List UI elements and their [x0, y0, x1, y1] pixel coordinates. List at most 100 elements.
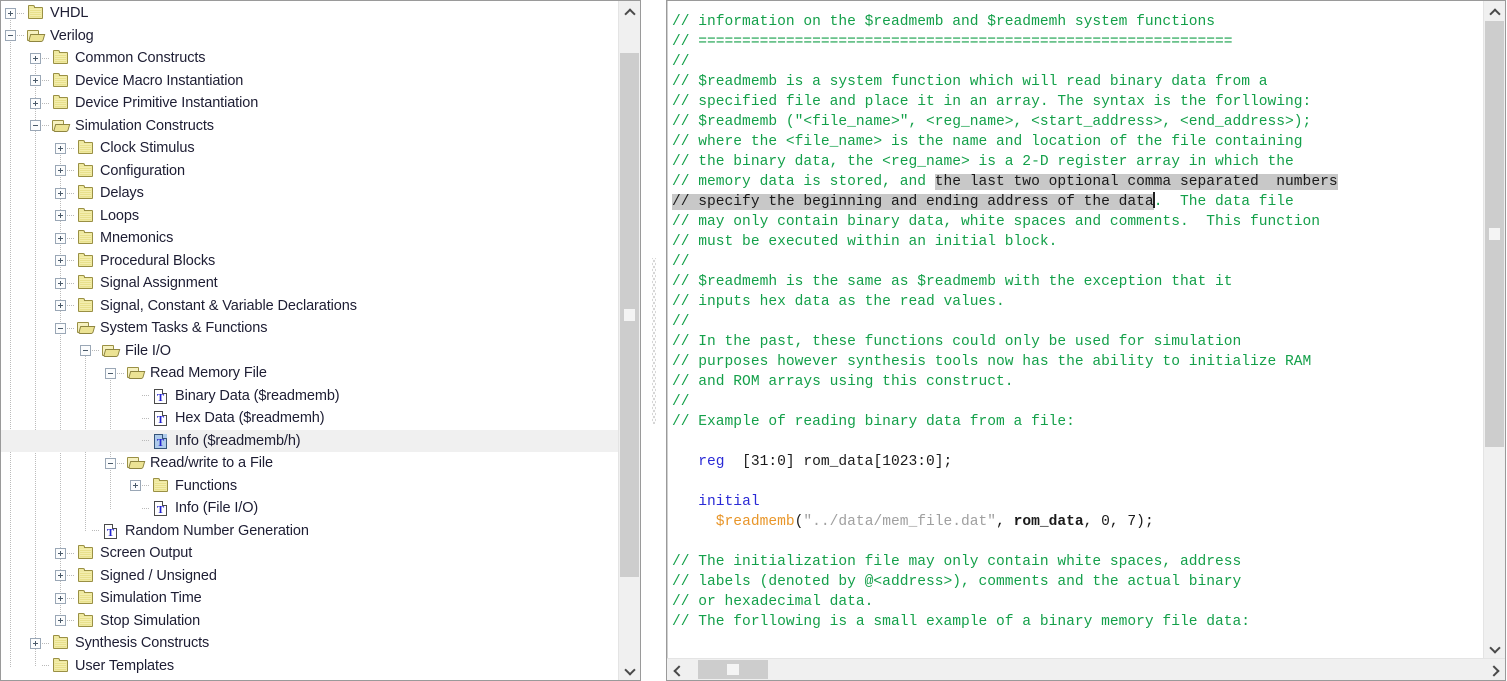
scroll-left-arrow-icon[interactable] — [667, 659, 688, 680]
horizontal-scroll-track[interactable] — [688, 659, 1484, 680]
tree-item-label: File I/O — [125, 342, 171, 359]
code-vertical-scrollbar[interactable] — [1483, 1, 1505, 658]
folder-closed-icon — [77, 207, 95, 224]
collapse-node-icon[interactable] — [5, 30, 16, 42]
code-segment: // memory data is stored, and — [672, 174, 935, 190]
expand-node-icon[interactable] — [55, 210, 66, 222]
tree-item-functions[interactable]: Functions — [1, 475, 618, 498]
tree-item-vhdl[interactable]: VHDL — [1, 2, 618, 25]
expand-node-icon[interactable] — [55, 547, 66, 559]
expand-node-icon[interactable] — [30, 52, 41, 64]
folder-closed-icon — [52, 72, 70, 89]
tree-item-signal-assignment[interactable]: Signal Assignment — [1, 272, 618, 295]
code-segment: // $readmemb is a system function which … — [672, 74, 1268, 90]
tree-scroll-area[interactable]: VHDL Verilog Common Constructs Device Macro… — [1, 1, 618, 680]
tree-item-binary-data-readmemb[interactable]: T Binary Data ($readmemb) — [1, 385, 618, 408]
expand-node-icon[interactable] — [55, 187, 66, 199]
expand-node-icon[interactable] — [55, 142, 66, 154]
tree-vertical-scrollbar[interactable] — [618, 1, 640, 680]
code-segment: // specified file and place it in an arr… — [672, 94, 1312, 110]
code-segment: , 0, 7); — [1083, 514, 1154, 530]
collapse-node-icon[interactable] — [105, 367, 116, 379]
expand-node-icon[interactable] — [30, 97, 41, 109]
tree-connector-line — [67, 597, 74, 599]
code-scroll-down-arrow-icon[interactable] — [1484, 638, 1505, 658]
tree-item-hex-data-readmemh[interactable]: T Hex Data ($readmemh) — [1, 407, 618, 430]
tree-item-simulation-time[interactable]: Simulation Time — [1, 587, 618, 610]
code-segment: "../data/mem_file.dat" — [803, 514, 997, 530]
tree-item-verilog[interactable]: Verilog — [1, 25, 618, 48]
tree-item-procedural-blocks[interactable]: Procedural Blocks — [1, 250, 618, 273]
tree-item-simulation-constructs[interactable]: Simulation Constructs — [1, 115, 618, 138]
tree-item-device-macro-instantiation[interactable]: Device Macro Instantiation — [1, 70, 618, 93]
tree-item-label: Device Primitive Instantiation — [75, 95, 259, 111]
horizontal-scrollbar-thumb[interactable] — [698, 660, 768, 679]
code-horizontal-scrollbar[interactable] — [667, 658, 1505, 680]
tree-item-common-constructs[interactable]: Common Constructs — [1, 47, 618, 70]
expand-node-icon[interactable] — [30, 75, 41, 87]
tree-item-stop-simulation[interactable]: Stop Simulation — [1, 610, 618, 633]
expand-node-icon[interactable] — [55, 255, 66, 267]
tree-item-label: Synthesis Constructs — [75, 635, 210, 651]
scroll-up-arrow-icon[interactable] — [619, 1, 640, 21]
tree-item-mnemonics[interactable]: Mnemonics — [1, 227, 618, 250]
tree-item-random-number-generation[interactable]: T Random Number Generation — [1, 520, 618, 543]
tree-item-delays[interactable]: Delays — [1, 182, 618, 205]
tree-item-signed-unsigned[interactable]: Signed / Unsigned — [1, 565, 618, 588]
code-line: // information on the $readmemb and $rea… — [672, 12, 1483, 32]
tree-item-clock-stimulus[interactable]: Clock Stimulus — [1, 137, 618, 160]
scroll-down-arrow-icon[interactable] — [619, 660, 640, 680]
tree-scrollbar-thumb[interactable] — [620, 52, 639, 577]
expand-node-icon[interactable] — [30, 637, 41, 649]
tree-item-info-readmemb-h[interactable]: T Info ($readmemb/h) — [1, 429, 618, 452]
code-preview-panel: // information on the $readmemb and $rea… — [666, 0, 1506, 681]
collapse-node-icon[interactable] — [55, 322, 66, 334]
folder-closed-icon — [77, 297, 95, 314]
code-segment: // — [672, 394, 690, 410]
tree-item-system-tasks-functions[interactable]: System Tasks & Functions — [1, 317, 618, 340]
scroll-right-arrow-icon[interactable] — [1484, 659, 1505, 680]
expand-node-icon[interactable] — [55, 300, 66, 312]
tree-item-info-file-i-o[interactable]: T Info (File I/O) — [1, 497, 618, 520]
tree-item-label: Mnemonics — [100, 230, 174, 246]
code-segment: // The forllowing is a small example of … — [672, 614, 1251, 630]
tree-item-signal-constant-variable-declarations[interactable]: Signal, Constant & Variable Declarations — [1, 295, 618, 318]
tree-item-label: VHDL — [50, 5, 89, 21]
collapse-node-icon[interactable] — [105, 457, 116, 469]
code-line: // Example of reading binary data from a… — [672, 412, 1483, 432]
tree-connector-line — [67, 147, 74, 149]
tree-item-file-i-o[interactable]: File I/O — [1, 340, 618, 363]
code-scrollbar-thumb[interactable] — [1485, 21, 1504, 448]
collapse-node-icon[interactable] — [80, 345, 91, 357]
code-line: // and ROM arrays using this construct. — [672, 372, 1483, 392]
tree-item-user-templates[interactable]: User Templates — [1, 655, 618, 678]
tree-item-read-write-to-a-file[interactable]: Read/write to a File — [1, 452, 618, 475]
expand-node-icon[interactable] — [5, 7, 16, 19]
expand-node-icon[interactable] — [55, 165, 66, 177]
text-document-icon: T — [152, 388, 170, 404]
code-segment: // purposes however synthesis tools now … — [672, 354, 1312, 370]
code-scroll-up-arrow-icon[interactable] — [1484, 1, 1505, 21]
tree-item-configuration[interactable]: Configuration — [1, 160, 618, 183]
tree-item-device-primitive-instantiation[interactable]: Device Primitive Instantiation — [1, 92, 618, 115]
expand-node-icon[interactable] — [55, 570, 66, 582]
expand-node-icon[interactable] — [55, 277, 66, 289]
expand-node-icon[interactable] — [55, 592, 66, 604]
tree-item-screen-output[interactable]: Screen Output — [1, 542, 618, 565]
code-segment: // information on the $readmemb and $rea… — [672, 14, 1215, 30]
expand-node-icon[interactable] — [55, 232, 66, 244]
collapse-node-icon[interactable] — [30, 120, 41, 132]
expand-node-icon[interactable] — [55, 615, 66, 627]
expand-node-icon[interactable] — [130, 480, 141, 492]
tree-item-loops[interactable]: Loops — [1, 205, 618, 228]
panel-splitter[interactable] — [641, 0, 666, 681]
code-segment: // Example of reading binary data from a… — [672, 414, 1075, 430]
code-segment: // labels (denoted by @<address>), comme… — [672, 574, 1242, 590]
code-line: // =====================================… — [672, 32, 1483, 52]
tree-connector-line — [142, 417, 149, 419]
tree-item-read-memory-file[interactable]: Read Memory File — [1, 362, 618, 385]
tree-connector-line — [67, 552, 74, 554]
tree-item-synthesis-constructs[interactable]: Synthesis Constructs — [1, 632, 618, 655]
code-text-area[interactable]: // information on the $readmemb and $rea… — [667, 1, 1483, 658]
